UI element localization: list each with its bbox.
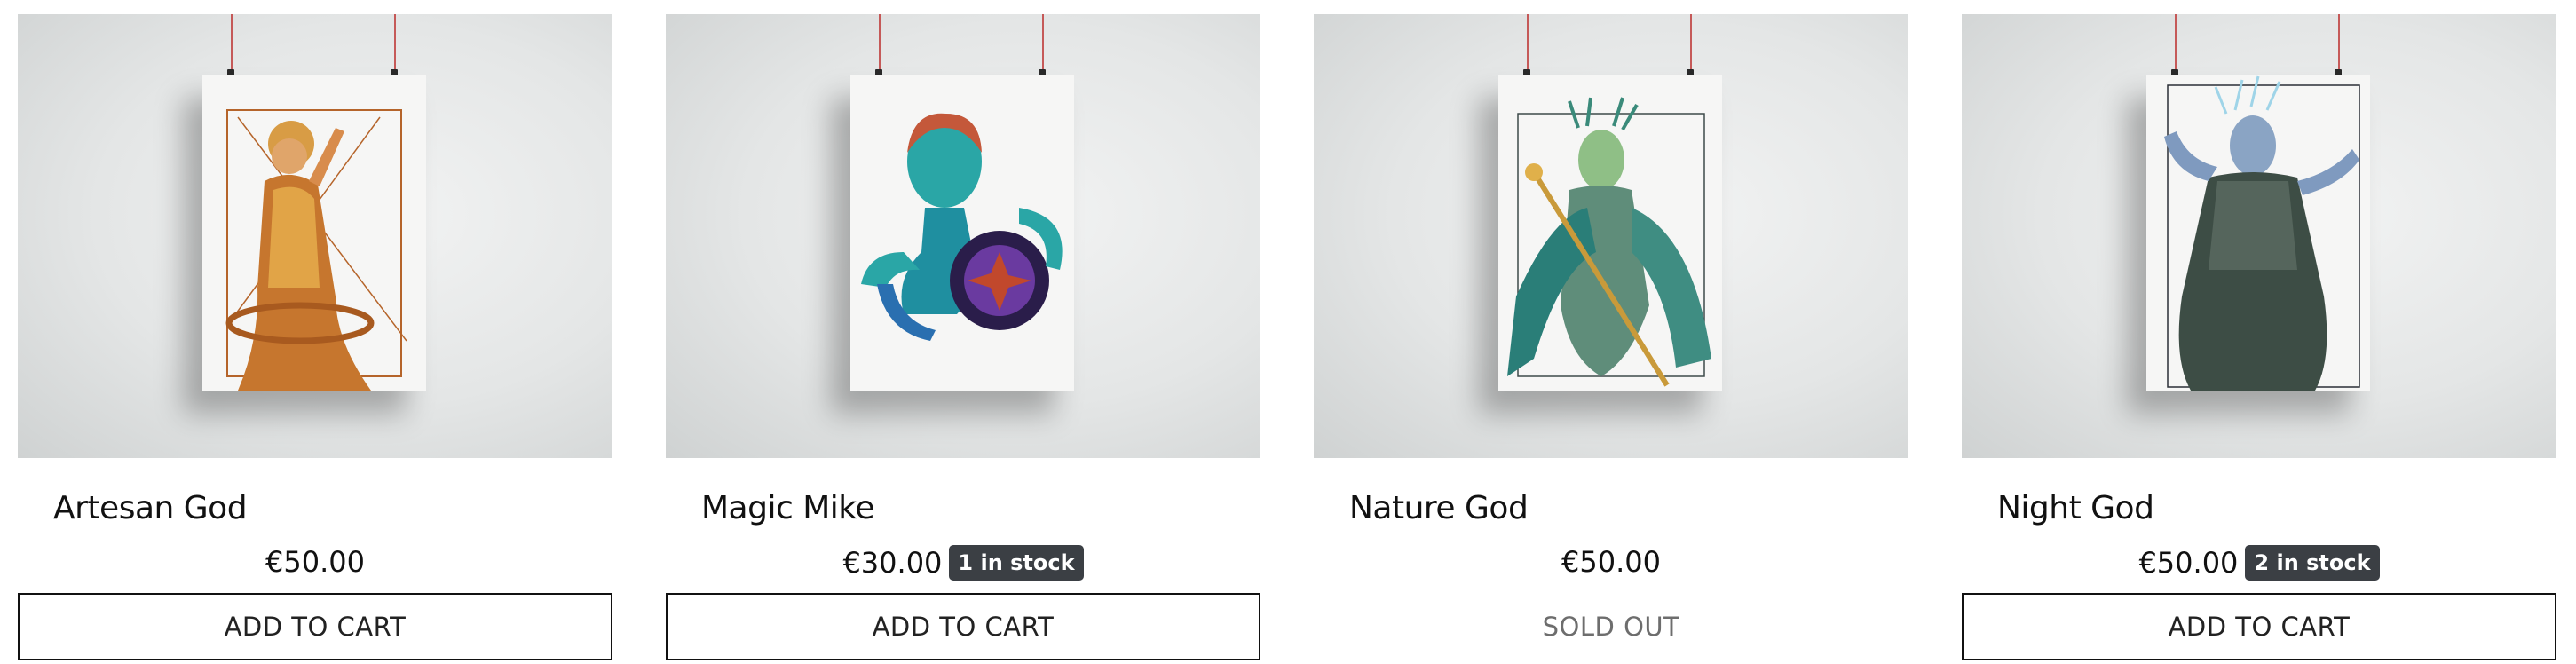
product-image[interactable] <box>1962 14 2556 458</box>
product-card: Magic Mike €30.00 1 in stock ADD TO CART <box>666 14 1260 664</box>
product-price: €50.00 <box>265 545 365 579</box>
product-image[interactable] <box>1314 14 1908 458</box>
night-figure-illustration <box>2164 75 2360 391</box>
product-image[interactable] <box>18 14 612 458</box>
product-image[interactable] <box>666 14 1260 458</box>
price-row: €30.00 1 in stock <box>666 545 1260 581</box>
product-price: €50.00 <box>2138 546 2239 580</box>
add-to-cart-button[interactable]: ADD TO CART <box>1962 593 2556 660</box>
stock-badge: 2 in stock <box>2245 545 2380 581</box>
sold-out-label: SOLD OUT <box>1314 593 1908 660</box>
magician-figure-illustration <box>861 113 1063 341</box>
price-row: €50.00 <box>18 545 612 579</box>
poster-artwork <box>1498 75 1722 391</box>
poster-artwork <box>850 75 1074 391</box>
product-grid: Artesan God €50.00 ADD TO CART Magic Mik… <box>0 0 2576 664</box>
hanging-wire <box>231 14 233 73</box>
hanging-wire <box>1527 14 1529 73</box>
product-title[interactable]: Artesan God <box>53 490 248 526</box>
hanging-wire <box>2175 14 2177 73</box>
artisan-figure-illustration <box>225 109 407 391</box>
product-card: Artesan God €50.00 ADD TO CART <box>18 14 612 664</box>
product-card: Night God €50.00 2 in stock ADD TO CART <box>1962 14 2556 664</box>
stock-badge: 1 in stock <box>949 545 1084 581</box>
product-title[interactable]: Nature God <box>1349 490 1529 526</box>
hanging-wire <box>879 14 881 73</box>
hanging-wire <box>1042 14 1044 73</box>
add-to-cart-button[interactable]: ADD TO CART <box>18 593 612 660</box>
hanging-wire <box>2338 14 2340 73</box>
add-to-cart-button[interactable]: ADD TO CART <box>666 593 1260 660</box>
price-row: €50.00 <box>1314 545 1908 579</box>
poster-artwork <box>202 75 426 391</box>
poster-artwork <box>2146 75 2370 391</box>
product-title[interactable]: Night God <box>1997 490 2154 526</box>
hanging-wire <box>1690 14 1692 73</box>
nature-figure-illustration <box>1507 97 1711 387</box>
hanging-wire <box>394 14 396 73</box>
product-title[interactable]: Magic Mike <box>701 490 875 526</box>
product-card: Nature God €50.00 SOLD OUT <box>1314 14 1908 664</box>
price-row: €50.00 2 in stock <box>1962 545 2556 581</box>
product-price: €30.00 <box>842 546 943 580</box>
product-price: €50.00 <box>1561 545 1661 579</box>
